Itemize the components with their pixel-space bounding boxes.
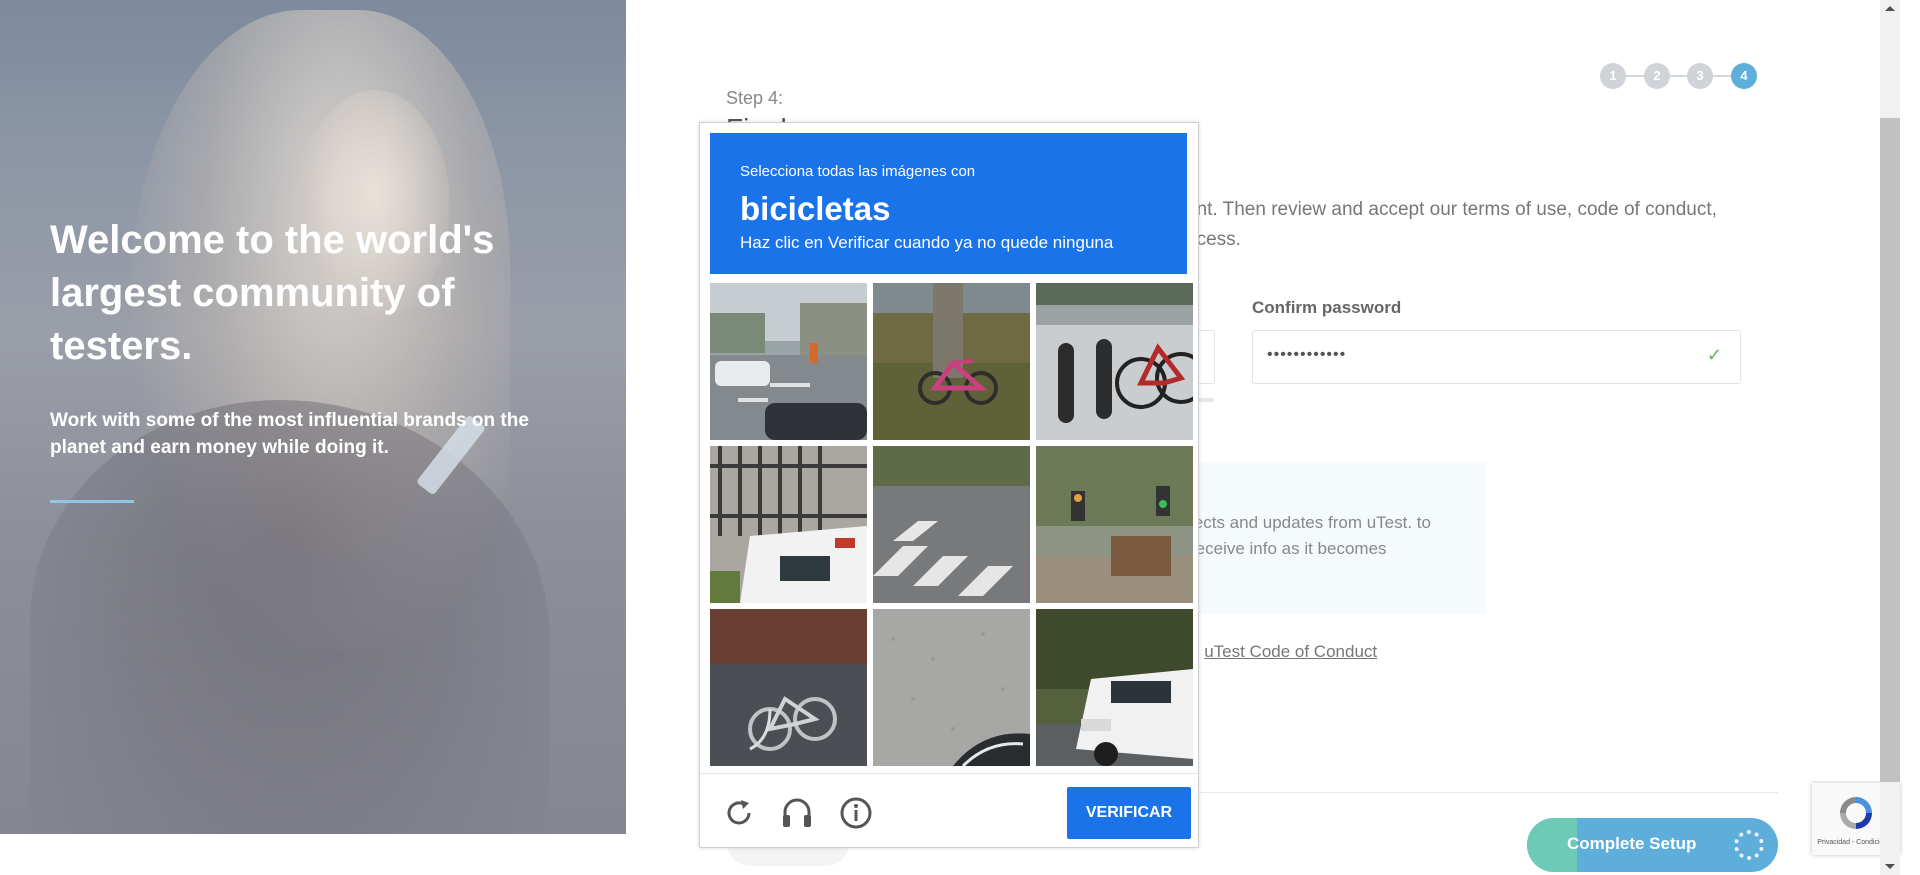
step-instructions: unt. Then review and accept our terms of… <box>1186 195 1756 255</box>
step-label: Step 4: <box>726 88 784 108</box>
captcha-tile-1[interactable] <box>710 283 867 440</box>
instructions-line-2: ocess. <box>1186 229 1241 250</box>
confirm-password-label: Confirm password <box>1252 298 1402 317</box>
captcha-footer-divider <box>700 773 1198 774</box>
captcha-tile-7[interactable] <box>710 609 867 766</box>
step-indicator: 1 2 3 4 <box>1600 63 1762 89</box>
captcha-prompt-object: bicicletas <box>740 190 891 227</box>
captcha-tile-8[interactable] <box>873 609 1030 766</box>
step-1: 1 <box>1600 63 1626 89</box>
captcha-tile-3[interactable] <box>1036 283 1193 440</box>
captcha-tile-2[interactable] <box>873 283 1030 440</box>
hero-subtitle: Work with some of the most influential b… <box>50 410 529 458</box>
step-3: 3 <box>1687 63 1713 89</box>
recaptcha-challenge: Selecciona todas las imágenes con bicicl… <box>699 122 1199 848</box>
captcha-prompt-header: Selecciona todas las imágenes con bicicl… <box>710 133 1187 274</box>
captcha-prompt-line2: Haz clic en Verificar cuando ya no quede… <box>740 233 1114 252</box>
page-scrollbar[interactable] <box>1880 0 1900 875</box>
captcha-tile-6[interactable] <box>1036 446 1193 603</box>
confirm-password-value: •••••••••••• <box>1267 346 1347 363</box>
code-of-conduct-link[interactable]: uTest Code of Conduct <box>1204 642 1377 661</box>
hero-panel: Welcome to the world's largest community… <box>0 0 626 834</box>
scroll-up-icon[interactable] <box>1885 6 1895 11</box>
scroll-down-icon[interactable] <box>1885 864 1895 869</box>
captcha-tile-4[interactable] <box>710 446 867 603</box>
hero-text: Welcome to the world's largest community… <box>50 214 570 461</box>
loading-spinner-icon <box>1734 830 1764 860</box>
captcha-prompt-line1: Selecciona todas las imágenes con <box>740 163 976 180</box>
step-2: 2 <box>1644 63 1670 89</box>
reload-icon[interactable] <box>722 796 756 830</box>
hero-title: Welcome to the world's largest community… <box>50 218 495 368</box>
code-of-conduct-agreement: e uTest Code of Conduct <box>1190 642 1377 662</box>
step-4-active: 4 <box>1731 63 1757 89</box>
info-icon[interactable] <box>839 796 873 830</box>
newsletter-optin-text: jects and updates from uTest. to receive… <box>1190 513 1431 558</box>
confirm-password-input[interactable]: •••••••••••• ✓ <box>1252 330 1741 384</box>
verify-button[interactable]: VERIFICAR <box>1067 787 1191 839</box>
captcha-tile-5[interactable] <box>873 446 1030 603</box>
scrollbar-thumb[interactable] <box>1880 118 1900 782</box>
hero-accent-line <box>50 500 134 503</box>
captcha-tile-9[interactable] <box>1036 609 1193 766</box>
instructions-line-1: unt. Then review and accept our terms of… <box>1186 199 1717 220</box>
audio-icon[interactable] <box>780 796 814 830</box>
recaptcha-logo-icon <box>1840 797 1872 829</box>
complete-setup-label: Complete Setup <box>1567 834 1697 853</box>
check-icon: ✓ <box>1706 345 1722 365</box>
complete-setup-button[interactable]: Complete Setup <box>1527 818 1778 872</box>
